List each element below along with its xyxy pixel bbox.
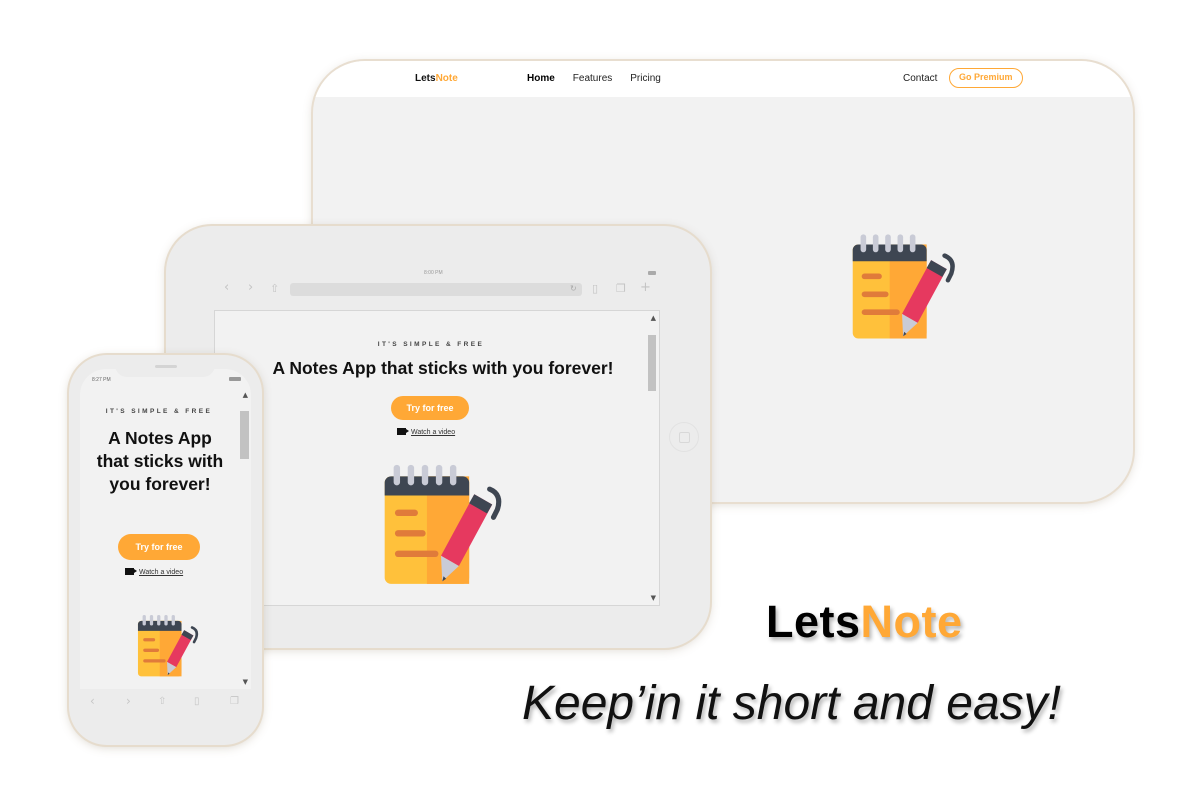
battery-icon	[648, 271, 656, 275]
phone-try-free-button[interactable]: Try for free	[118, 534, 200, 560]
share-icon[interactable]: ⇧	[270, 282, 279, 295]
phone-watch-video-link[interactable]: Watch a video	[139, 569, 183, 576]
phone-screen: 8:27 PM IT'S SIMPLE & FREE A Notes App t…	[80, 369, 251, 689]
video-camera-icon	[125, 568, 137, 575]
desktop-navbar: LetsNote Home Features Pricing Contact G…	[313, 61, 1133, 97]
tablet-screen: IT'S SIMPLE & FREE A Notes App that stic…	[214, 310, 660, 606]
chevron-right-icon[interactable]: ›	[248, 280, 253, 295]
scroll-up-icon[interactable]: ▲	[243, 391, 248, 399]
phone-kicker: IT'S SIMPLE & FREE	[105, 408, 213, 415]
share-icon[interactable]: ⇧	[158, 696, 166, 707]
chevron-left-icon[interactable]: ‹	[90, 694, 95, 708]
video-camera-icon	[397, 428, 409, 435]
plus-icon[interactable]: +	[640, 280, 651, 295]
tablet-kicker: IT'S SIMPLE & FREE	[377, 341, 485, 348]
chevron-right-icon[interactable]: ›	[126, 694, 131, 708]
tablet-watch-video-link[interactable]: Watch a video	[411, 429, 455, 436]
book-icon[interactable]: ▯	[194, 696, 200, 707]
phone-hero-title: A Notes App that sticks with you forever…	[96, 428, 224, 494]
tablet-watch-video[interactable]: Watch a video	[397, 428, 455, 436]
battery-icon	[229, 377, 241, 381]
phone-status-time: 8:27 PM	[92, 377, 111, 383]
chevron-left-icon[interactable]: ‹	[224, 280, 229, 295]
tablet-scrollbar[interactable]: ▲ ▼	[645, 311, 659, 605]
tabs-icon[interactable]: ❐	[230, 696, 239, 707]
tablet-browser-toolbar: ‹ › ⇧ ↻ ▯ ❐ +	[214, 278, 658, 302]
desktop-logo-lets: Lets	[415, 73, 436, 84]
desktop-logo[interactable]: LetsNote	[415, 73, 458, 84]
book-icon[interactable]: ▯	[592, 282, 598, 295]
brand-note: Note	[860, 596, 963, 647]
nav-home[interactable]: Home	[527, 73, 555, 84]
tablet-hero-title: A Notes App that sticks with you forever…	[272, 358, 614, 378]
notepad-pen-icon	[377, 461, 505, 589]
phone-watch-video[interactable]: Watch a video	[125, 568, 183, 576]
brand-title: LetsNote	[766, 596, 963, 648]
notepad-pen-icon	[134, 613, 200, 679]
phone-mockup: 8:27 PM IT'S SIMPLE & FREE A Notes App t…	[69, 355, 262, 745]
scroll-down-icon[interactable]: ▼	[651, 594, 656, 602]
tablet-scroll-thumb[interactable]	[648, 335, 656, 391]
tablet-home-button[interactable]	[669, 422, 699, 452]
go-premium-button[interactable]: Go Premium	[949, 68, 1023, 88]
nav-features[interactable]: Features	[573, 73, 612, 84]
scroll-down-icon[interactable]: ▼	[243, 678, 248, 686]
tablet-status-time: 8:00 PM	[424, 270, 443, 276]
tablet-try-free-button[interactable]: Try for free	[391, 396, 469, 420]
notepad-pen-icon	[846, 231, 958, 343]
phone-browser-toolbar: ‹ › ⇧ ▯ ❐	[80, 693, 251, 715]
desktop-nav-links: Home Features Pricing	[527, 73, 661, 84]
scroll-up-icon[interactable]: ▲	[651, 314, 656, 322]
tabs-icon[interactable]: ❐	[616, 282, 626, 295]
phone-scroll-thumb[interactable]	[240, 411, 249, 459]
nav-contact[interactable]: Contact	[903, 73, 937, 84]
nav-pricing[interactable]: Pricing	[630, 73, 661, 84]
tablet-address-bar[interactable]	[290, 283, 582, 296]
tablet-status-bar: 8:00 PM	[214, 270, 658, 278]
reload-icon[interactable]: ↻	[570, 284, 577, 293]
phone-notch	[115, 361, 215, 377]
desktop-logo-note: Note	[435, 73, 458, 84]
brand-lets: Lets	[766, 596, 861, 647]
tagline: Keep’in it short and easy!	[522, 677, 1061, 730]
